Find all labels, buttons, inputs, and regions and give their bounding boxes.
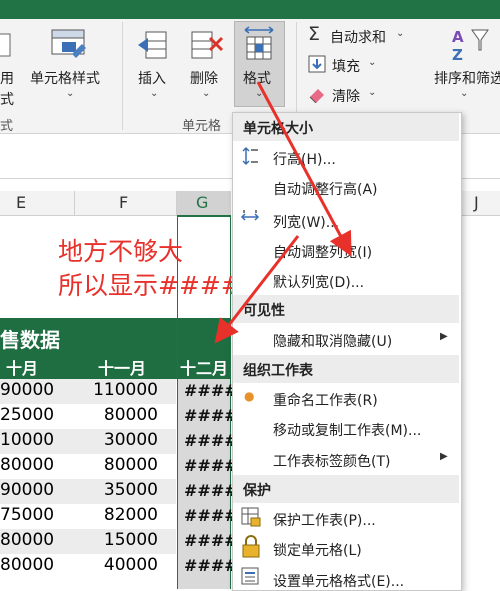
arrow-to-autofit <box>256 81 352 257</box>
arrow-to-column-g <box>214 235 300 344</box>
annotation-arrows <box>214 81 352 344</box>
